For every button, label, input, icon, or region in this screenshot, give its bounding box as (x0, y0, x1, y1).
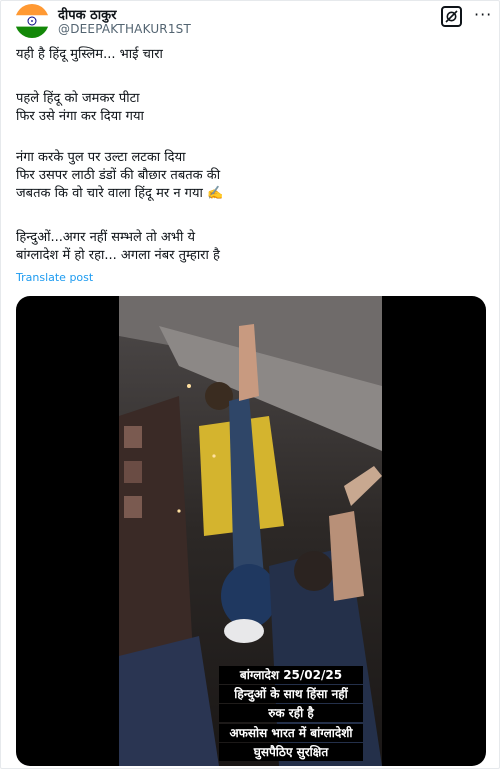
post-text-line: हिन्दुओं...अगर नहीं सम्भले तो अभी ये (16, 230, 195, 245)
avatar[interactable] (15, 4, 49, 38)
grok-icon[interactable] (441, 6, 462, 27)
translate-post-link[interactable]: Translate post (16, 271, 93, 284)
author-name[interactable]: दीपक ठाकुर (58, 5, 116, 23)
post-text-line: पहले हिंदू को जमकर पीटा (16, 91, 140, 106)
post-text-line: फिर उसे नंगा कर दिया गया (16, 109, 144, 124)
video-frame: बांग्लादेश 25/02/25 हिन्दुओं के साथ हिंस… (119, 296, 382, 766)
video-caption-line: बांग्लादेश 25/02/25 (219, 666, 363, 684)
video-caption-line: हिन्दुओं के साथ हिंसा नहीं (219, 685, 363, 703)
video-caption-line: अफसोस भारत में बांग्लादेशी (219, 724, 363, 742)
author-handle[interactable]: @DEEPAKTHAKUR1ST (58, 22, 191, 36)
post-text-line: बांग्लादेश में हो रहा... अगला नंबर तुम्ह… (16, 248, 220, 263)
video-caption-line: घुसपैठिए सुरक्षित (219, 743, 363, 761)
india-flag-icon (15, 4, 49, 38)
video-media[interactable]: बांग्लादेश 25/02/25 हिन्दुओं के साथ हिंस… (16, 296, 486, 766)
post-card: दीपक ठाकुर @DEEPAKTHAKUR1ST ··· यही है ह… (0, 0, 500, 769)
post-text-line: नंगा करके पुल पर उल्टा लटका दिया (16, 150, 186, 165)
more-options-icon[interactable]: ··· (474, 5, 492, 24)
video-caption-line: रुक रही है (219, 704, 363, 722)
post-text-line: जबतक कि वो चारे वाला हिंदू मर न गया ✍️ (16, 186, 224, 201)
grok-glyph (445, 10, 458, 23)
post-text-line: यही है हिंदू मुस्लिम... भाई चारा (16, 47, 163, 62)
post-text-line: फिर उसपर लाठी डंडों की बौछार तबतक की (16, 168, 221, 183)
